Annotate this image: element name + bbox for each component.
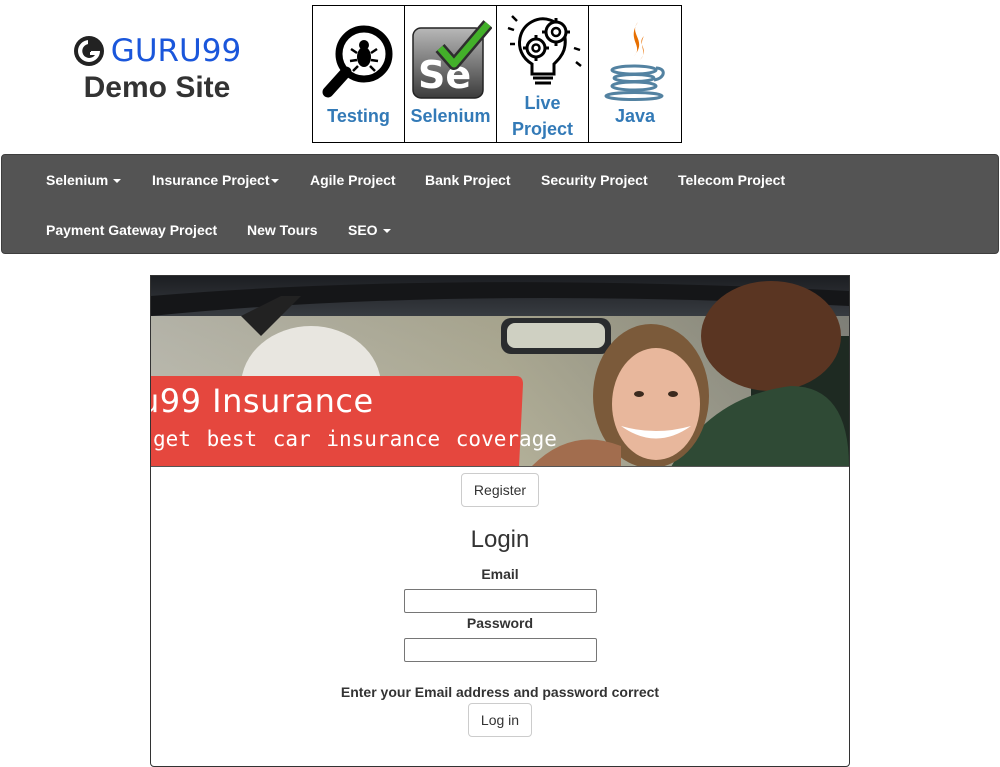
register-button[interactable]: Register (461, 473, 539, 507)
tile-java[interactable]: Java (589, 6, 681, 142)
nav-seo-dropdown[interactable]: SEO (348, 221, 391, 239)
email-field[interactable] (404, 589, 597, 613)
nav-bank-project[interactable]: Bank Project (425, 171, 511, 189)
nav-telecom-project[interactable]: Telecom Project (678, 171, 785, 189)
logo-text: GURU99 (110, 33, 242, 69)
login-button[interactable]: Log in (468, 703, 532, 737)
login-panel: u99 Insurance get best car insurance cov… (150, 275, 850, 767)
logo-subtitle: Demo Site (83, 71, 231, 104)
tile-label: Live Project (497, 90, 588, 142)
tile-live-project[interactable]: Live Project (497, 6, 589, 142)
login-heading: Login (470, 526, 530, 553)
site-logo[interactable]: GURU99 Demo Site (62, 32, 252, 112)
nav-security-project[interactable]: Security Project (541, 171, 648, 189)
nav-payment-gateway-project[interactable]: Payment Gateway Project (46, 221, 217, 239)
nav-label: Insurance Project (152, 172, 270, 188)
caret-down-icon (382, 229, 391, 234)
tile-testing[interactable]: Testing (313, 6, 405, 142)
course-tiles: Testing Se Selenium Live Project Java (312, 5, 682, 143)
tile-selenium[interactable]: Se Selenium (405, 6, 497, 142)
banner-title: u99 Insurance (151, 382, 374, 420)
tile-label: Selenium (410, 106, 491, 126)
nav-label: Selenium (46, 172, 109, 188)
guru99-logo-icon (73, 36, 104, 66)
java-cup-icon (604, 22, 665, 101)
lightbulb-gears-icon (507, 15, 582, 85)
selenium-icon: Se (411, 20, 492, 99)
nav-new-tours[interactable]: New Tours (247, 221, 318, 239)
bug-magnifier-icon (322, 25, 392, 98)
nav-agile-project[interactable]: Agile Project (310, 171, 396, 189)
password-label: Password (466, 615, 534, 631)
email-label: Email (481, 566, 519, 582)
nav-selenium-dropdown[interactable]: Selenium (46, 171, 122, 189)
banner-subtitle: get best car insurance coverage (153, 427, 557, 451)
login-hint: Enter your Email address and password co… (340, 684, 660, 700)
tile-label: Java (614, 106, 656, 126)
site-header: GURU99 Demo Site Testing Se Selenium Liv… (0, 0, 1000, 150)
password-field[interactable] (404, 638, 597, 662)
caret-down-icon (113, 179, 122, 184)
insurance-banner: u99 Insurance get best car insurance cov… (151, 276, 849, 467)
tile-label: Testing (327, 106, 390, 126)
caret-down-icon (270, 179, 279, 184)
main-navbar: Selenium Insurance Project Agile Project… (1, 154, 999, 254)
nav-insurance-project-dropdown[interactable]: Insurance Project (152, 171, 279, 189)
tile-label-text: Live Project (511, 93, 574, 139)
nav-label: SEO (348, 222, 378, 238)
